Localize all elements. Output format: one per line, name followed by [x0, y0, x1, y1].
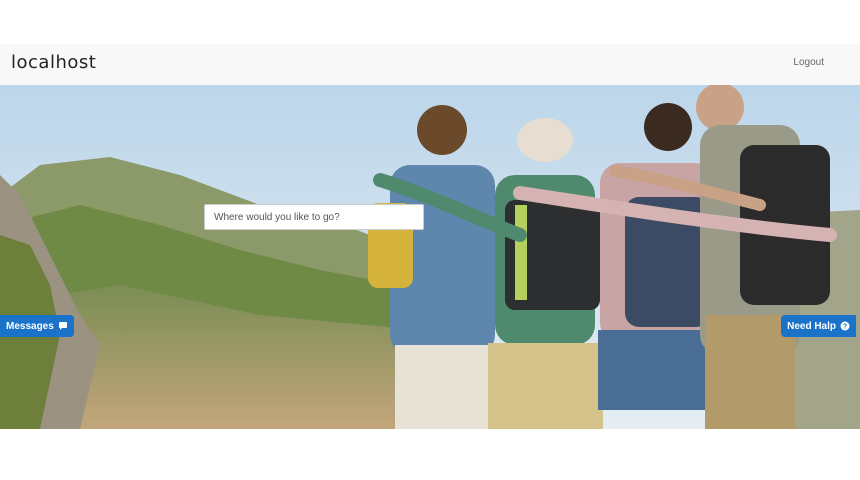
hero-photo-illustration	[0, 85, 860, 429]
logout-link[interactable]: Logout	[793, 57, 824, 68]
destination-search-input[interactable]	[204, 204, 424, 230]
brand-logo[interactable]: localhost	[11, 52, 96, 73]
messages-button[interactable]: Messages	[0, 315, 74, 337]
top-navbar: localhost Logout	[0, 44, 860, 86]
question-circle-icon: ?	[840, 321, 850, 331]
chat-bubble-icon	[58, 321, 68, 331]
svg-text:?: ?	[843, 323, 847, 330]
help-label: Need Halp	[787, 320, 836, 332]
messages-label: Messages	[6, 320, 54, 332]
hero-image	[0, 85, 860, 429]
need-help-button[interactable]: Need Halp ?	[781, 315, 856, 337]
